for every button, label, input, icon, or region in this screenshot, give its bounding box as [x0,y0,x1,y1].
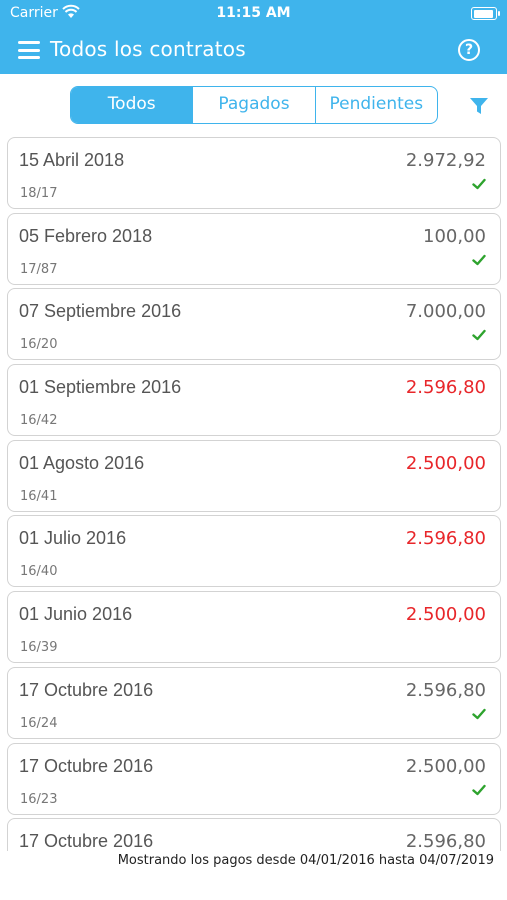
payment-date: 05 Febrero 2018 [19,225,153,246]
payment-amount: 2.596,80 [405,831,486,851]
status-time: 11:15 AM [216,5,291,21]
payment-amount: 2.500,00 [405,755,486,777]
payment-filter-tabs: Todos Pagados Pendientes [70,86,438,124]
contract-reference: 16/24 [20,715,58,731]
payment-date: 17 Octubre 2016 [19,679,154,700]
contract-reference: 16/41 [20,488,58,504]
filter-icon[interactable] [469,96,489,116]
payment-date: 01 Julio 2016 [19,528,127,549]
date-range-footer: Mostrando los pagos desde 04/01/2016 has… [117,853,494,868]
payment-date: 17 Octubre 2016 [19,755,154,776]
help-icon[interactable]: ? [458,39,480,61]
contract-reference: 17/87 [20,261,58,277]
payment-card[interactable]: 01 Junio 2016 2.500,00 16/39 [7,591,501,664]
payment-amount: 2.596,80 [405,377,486,399]
payment-card[interactable]: 17 Octubre 2016 2.500,00 16/23 [7,742,501,815]
tab-todos[interactable]: Todos [71,87,194,123]
payment-amount: 100,00 [423,225,486,247]
payment-card[interactable]: 15 Abril 2018 2.972,92 18/17 [7,137,501,209]
tab-pendientes[interactable]: Pendientes [316,87,437,123]
battery-icon [471,7,500,20]
contract-reference: 16/23 [20,791,58,807]
contract-reference: 18/17 [20,186,58,201]
tab-pagados[interactable]: Pagados [193,87,316,123]
payment-date: 01 Septiembre 2016 [19,377,182,398]
hamburger-menu-icon[interactable] [18,41,40,59]
payment-amount: 2.972,92 [405,150,486,171]
payment-card[interactable]: 01 Julio 2016 2.596,80 16/40 [7,515,501,588]
payment-card[interactable]: 05 Febrero 2018 100,00 17/87 [7,212,501,285]
payment-card[interactable]: 17 Octubre 2016 2.596,80 16/24 [7,666,501,739]
payment-date: 15 Abril 2018 [19,150,125,170]
paid-check-icon [472,178,486,190]
paid-check-icon [472,708,486,720]
contract-reference: 16/42 [20,413,58,429]
navigation-bar: Todos los contratos ? [0,28,507,74]
payment-amount: 2.596,80 [405,528,486,550]
payment-date: 01 Junio 2016 [19,604,133,625]
payment-amount: 2.500,00 [405,604,486,626]
payment-date: 01 Agosto 2016 [19,452,145,473]
payment-date: 17 Octubre 2016 [19,831,154,851]
payment-card[interactable]: 17 Octubre 2016 2.596,80 [7,818,501,851]
payment-card[interactable]: 07 Septiembre 2016 7.000,00 16/20 [7,288,501,361]
paid-check-icon [472,254,486,265]
contract-reference: 16/20 [20,337,58,353]
payment-card[interactable]: 01 Agosto 2016 2.500,00 16/41 [7,439,501,512]
payment-date: 07 Septiembre 2016 [19,301,182,322]
contract-reference: 16/39 [20,640,58,656]
paid-check-icon [472,784,486,795]
contract-reference: 16/40 [20,564,58,580]
page-title: Todos los contratos [50,37,246,61]
status-bar: Carrier 11:15 AM [0,0,507,28]
payments-list[interactable]: 15 Abril 2018 2.972,92 18/17 05 Febrero 201… [7,137,501,851]
payment-amount: 2.500,00 [405,452,486,474]
payment-amount: 2.596,80 [405,679,486,701]
payment-card[interactable]: 01 Septiembre 2016 2.596,80 16/42 [7,364,501,437]
paid-check-icon [472,330,486,341]
payment-amount: 7.000,00 [405,301,486,323]
